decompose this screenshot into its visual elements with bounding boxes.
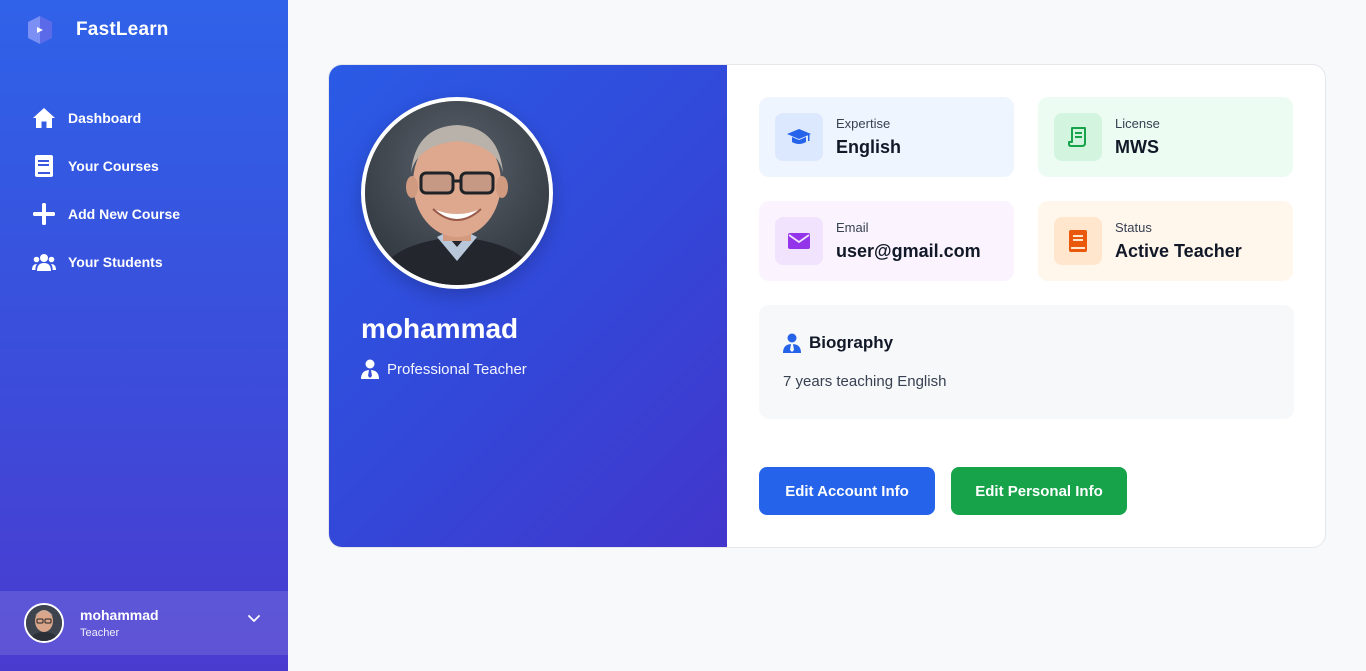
sidebar-item-your-students[interactable]: Your Students: [32, 238, 180, 286]
user-name: mohammad: [80, 607, 159, 623]
sidebar-item-your-courses[interactable]: Your Courses: [32, 142, 180, 190]
expertise-tile: Expertise English: [759, 97, 1014, 177]
edit-account-info-button[interactable]: Edit Account Info: [759, 467, 935, 515]
user-role: Teacher: [80, 627, 120, 639]
profile-header-panel: mohammad Professional Teacher: [329, 65, 727, 547]
license-label: License: [1115, 116, 1160, 131]
edit-personal-info-button[interactable]: Edit Personal Info: [951, 467, 1127, 515]
biography-title: Biography: [809, 333, 894, 352]
sidebar-item-label: Dashboard: [68, 110, 142, 126]
home-icon: [32, 106, 56, 130]
user-menu[interactable]: mohammad Teacher: [0, 591, 288, 655]
profile-photo: [361, 97, 553, 289]
brand-name: FastLearn: [76, 19, 169, 40]
sidebar-item-add-new-course[interactable]: Add New Course: [32, 190, 180, 238]
profile-title: Professional Teacher: [361, 359, 527, 379]
chevron-down-icon[interactable]: [248, 615, 260, 623]
biography-text: 7 years teaching English: [783, 373, 947, 390]
graduation-cap-icon: [775, 113, 823, 161]
avatar: [24, 603, 64, 643]
expertise-value: English: [836, 137, 902, 157]
sidebar-nav: Dashboard Your Courses Add New Course Yo…: [32, 94, 180, 286]
certificate-icon: [1054, 113, 1102, 161]
biography-section: Biography 7 years teaching English: [759, 305, 1294, 419]
status-label: Status: [1115, 220, 1152, 235]
user-info: mohammad Teacher: [80, 607, 159, 639]
plus-icon: [32, 202, 56, 226]
email-value: user@gmail.com: [836, 241, 981, 261]
fastlearn-logo-icon: [28, 16, 52, 44]
sidebar-item-dashboard[interactable]: Dashboard: [32, 94, 180, 142]
status-value: Active Teacher: [1115, 241, 1242, 261]
expertise-label: Expertise: [836, 116, 891, 131]
users-icon: [32, 250, 56, 274]
envelope-icon: [775, 217, 823, 265]
sidebar-item-label: Your Students: [68, 254, 163, 270]
sidebar: FastLearn Dashboard Your Courses Add New…: [0, 0, 288, 671]
sidebar-item-label: Your Courses: [68, 158, 159, 174]
book-status-icon: [1054, 217, 1102, 265]
brand[interactable]: FastLearn: [24, 14, 169, 46]
email-label: Email: [836, 220, 869, 235]
status-tile: Status Active Teacher: [1038, 201, 1293, 281]
user-tie-icon: [783, 333, 801, 353]
profile-name: mohammad: [361, 313, 519, 344]
book-icon: [32, 154, 56, 178]
sidebar-item-label: Add New Course: [68, 206, 181, 222]
email-tile: Email user@gmail.com: [759, 201, 1014, 281]
profile-card: mohammad Professional Teacher Expertise …: [328, 64, 1326, 548]
profile-title-text: Professional Teacher: [387, 360, 527, 378]
user-tie-icon: [361, 359, 379, 379]
license-tile: License MWS: [1038, 97, 1293, 177]
license-value: MWS: [1115, 137, 1159, 157]
